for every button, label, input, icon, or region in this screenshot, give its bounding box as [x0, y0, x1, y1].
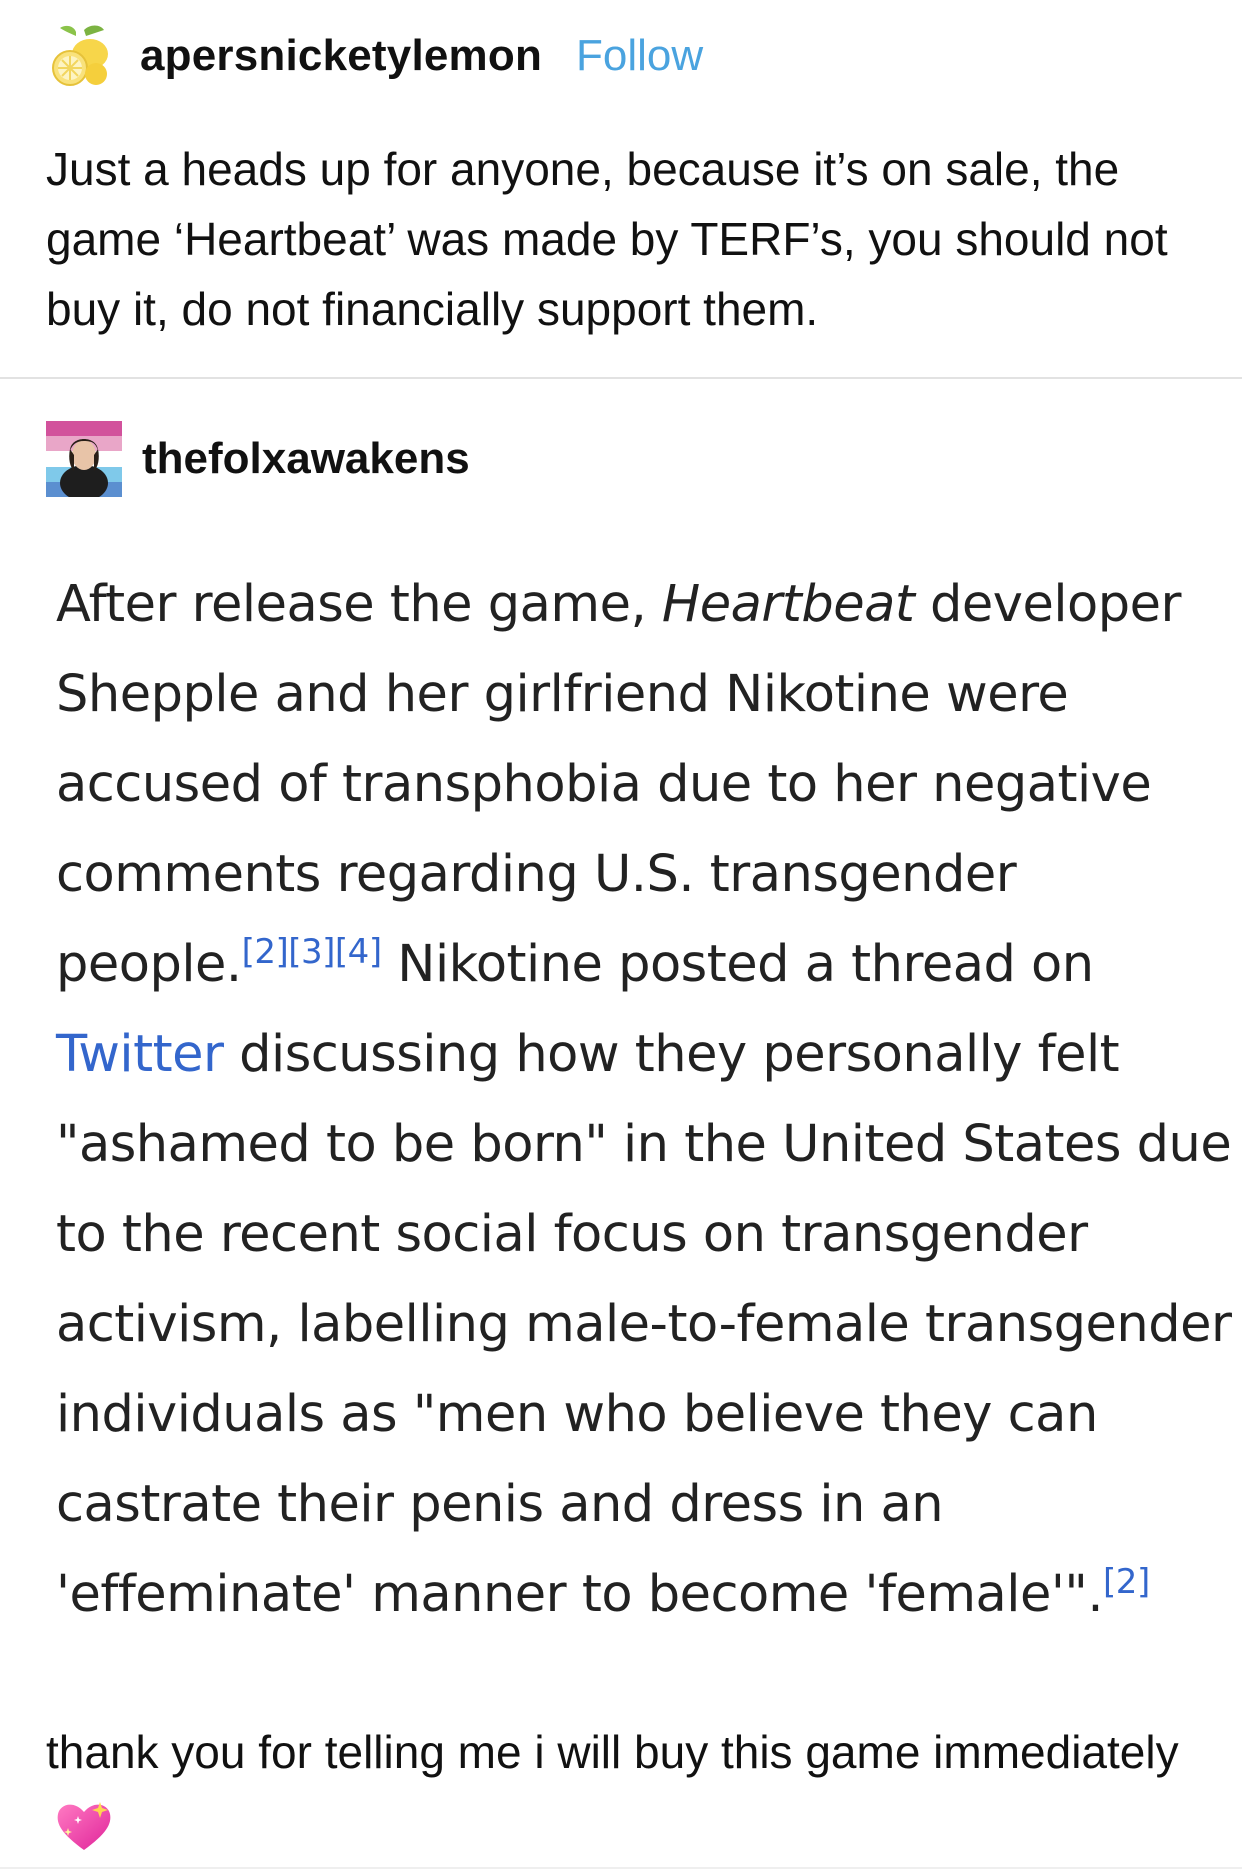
quote-line: After release the game, Heartbeat develo… [56, 560, 1206, 650]
quote-line: people.[2][3][4] Nikotine posted a threa… [56, 920, 1206, 1010]
user-avatar-trans-flag[interactable] [46, 421, 122, 497]
quote-line: castrate their penis and dress in an [56, 1475, 944, 1534]
quote-italic-title: Heartbeat [661, 575, 915, 634]
citation-ref[interactable]: [2] [1103, 1562, 1150, 1602]
quote-line: 'effeminate' manner to become 'female'".… [56, 1550, 1206, 1640]
post-header: apersnicketylemon Follow [46, 22, 703, 90]
follow-button[interactable]: Follow [576, 31, 703, 81]
quote-line: activism, labelling male-to-female trans… [56, 1295, 1232, 1354]
quote-text: developer [914, 575, 1181, 634]
quote-line: Twitter discussing how they personally f… [56, 1010, 1206, 1100]
quote-text: After release the game, [56, 575, 662, 634]
quote-text: discussing how they personally felt [223, 1025, 1120, 1084]
quote-line: Shepple and her girlfriend Nikotine were [56, 665, 1069, 724]
quote-line: individuals as "men who believe they can [56, 1385, 1098, 1444]
reply-text: thank you for telling me i will buy this… [46, 1726, 1179, 1778]
quote-text: Nikotine posted a thread on [381, 935, 1094, 994]
quoted-excerpt: After release the game, Heartbeat develo… [56, 560, 1232, 1640]
quote-line: to the recent social focus on transgende… [56, 1205, 1088, 1264]
reblog-header: thefolxawakens [46, 421, 470, 497]
quote-text: 'effeminate' manner to become 'female'". [56, 1565, 1104, 1624]
citation-refs[interactable]: [2][3][4] [242, 932, 382, 972]
lemon-icon[interactable] [46, 22, 114, 90]
twitter-link[interactable]: Twitter [56, 1025, 224, 1084]
reblog-author[interactable]: thefolxawakens [142, 434, 470, 484]
quote-text: people. [56, 935, 242, 994]
quote-line: comments regarding U.S. transgender [56, 845, 1017, 904]
post-body: Just a heads up for anyone, because it’s… [46, 143, 1168, 335]
post-author[interactable]: apersnicketylemon [140, 31, 542, 81]
quote-line: "ashamed to be born" in the United State… [56, 1115, 1232, 1174]
divider [0, 377, 1242, 379]
reblog-reply: thank you for telling me i will buy this… [46, 1717, 1196, 1857]
quote-line: accused of transphobia due to her negati… [56, 755, 1152, 814]
sparkling-heart-icon [54, 1798, 114, 1854]
